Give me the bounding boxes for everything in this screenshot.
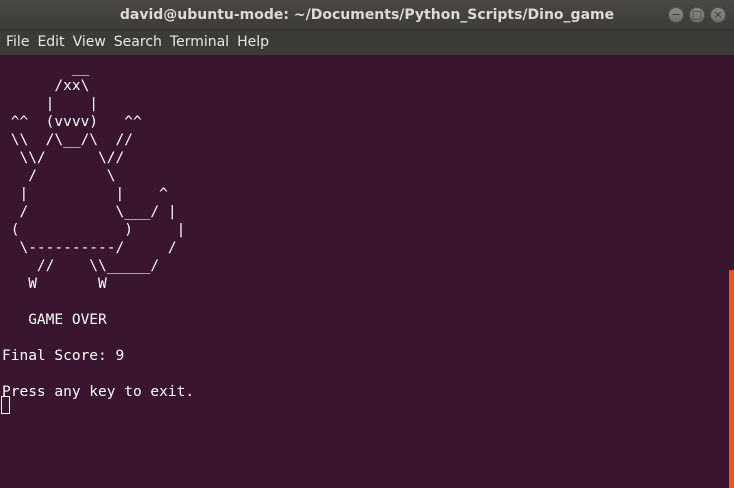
menu-view[interactable]: View [73,30,113,55]
minimize-button[interactable]: − [668,7,684,23]
close-button[interactable]: × [710,7,726,23]
maximize-icon: □ [691,8,703,21]
menu-search[interactable]: Search [114,30,169,55]
maximize-button[interactable]: □ [689,7,705,23]
close-icon: × [713,8,723,21]
menu-terminal[interactable]: Terminal [170,30,236,55]
window-controls: − □ × [668,7,726,23]
scrollbar[interactable] [729,270,734,488]
menu-help[interactable]: Help [237,30,276,55]
window-title: david@ubuntu-mode: ~/Documents/Python_Sc… [119,7,615,23]
title-bar[interactable]: david@ubuntu-mode: ~/Documents/Python_Sc… [0,0,734,30]
menu-file[interactable]: File [6,30,36,55]
menu-bar: File Edit View Search Terminal Help [0,30,734,55]
menu-edit[interactable]: Edit [37,30,71,55]
terminal-area[interactable]: __ /xx\ | | ^^ (vvvv) ^^ \\ /\__/\ // \\… [0,55,734,488]
text-cursor [1,396,10,414]
terminal-window: david@ubuntu-mode: ~/Documents/Python_Sc… [0,0,734,488]
terminal-output: __ /xx\ | | ^^ (vvvv) ^^ \\ /\__/\ // \\… [2,60,195,400]
minimize-icon: − [671,8,681,21]
